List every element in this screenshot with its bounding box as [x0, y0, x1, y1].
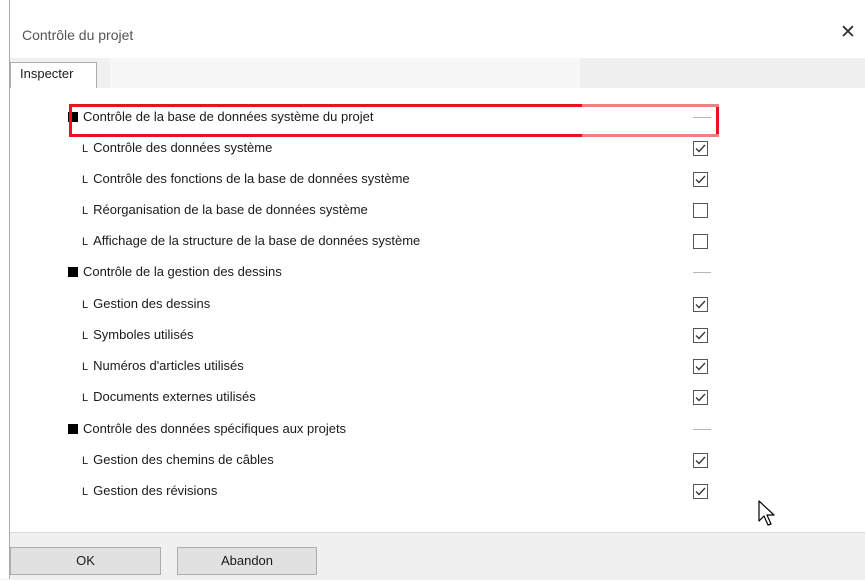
group-label: Contrôle de la gestion des dessins	[68, 264, 282, 279]
check-row: L Documents externes utilisés	[10, 383, 865, 414]
label-text: Affichage de la structure de la base de …	[93, 233, 421, 248]
square-bullet-icon	[68, 112, 78, 122]
check-row: L Réorganisation de la base de données sy…	[10, 196, 865, 227]
title-bar: Contrôle du projet	[10, 0, 865, 58]
item-checkbox[interactable]	[693, 390, 708, 405]
group-divider	[693, 272, 711, 273]
group-divider	[693, 429, 711, 430]
item-label: L Contrôle des données système	[82, 140, 272, 155]
group-row: Contrôle de la gestion des dessins	[10, 258, 865, 289]
item-label: L Contrôle des fonctions de la base de do…	[82, 171, 410, 186]
square-bullet-icon	[68, 424, 78, 434]
item-checkbox[interactable]	[693, 453, 708, 468]
label-text: Contrôle de la base de données système d…	[83, 109, 374, 124]
label-text: Contrôle des données spécifiques aux pro…	[83, 421, 347, 436]
mouse-pointer-icon	[758, 500, 775, 526]
check-icon	[695, 331, 706, 340]
label-text: Gestion des révisions	[93, 483, 218, 498]
check-icon	[695, 393, 706, 402]
tab-bar: Inspecter	[10, 58, 865, 88]
label-text: Symboles utilisés	[93, 327, 194, 342]
item-label: L Gestion des dessins	[82, 296, 210, 311]
check-icon	[695, 175, 706, 184]
window-title: Contrôle du projet	[22, 27, 134, 43]
check-icon	[695, 362, 706, 371]
item-checkbox[interactable]	[693, 234, 708, 249]
tree-prefix: L	[82, 236, 89, 248]
label-text: Gestion des dessins	[93, 296, 211, 311]
dialog-footer: OK Abandon	[10, 532, 865, 580]
tree-prefix: L	[82, 143, 89, 155]
close-icon: ✕	[840, 22, 856, 43]
item-label: L Gestion des chemins de câbles	[82, 452, 274, 467]
check-row: L Gestion des dessins	[10, 290, 865, 321]
label-text: Gestion des chemins de câbles	[93, 452, 274, 467]
check-icon	[695, 487, 706, 496]
tree-prefix: L	[82, 299, 89, 311]
check-row: L Gestion des révisions	[10, 477, 865, 508]
label-text: Documents externes utilisés	[93, 389, 256, 404]
check-list: Contrôle de la base de données système d…	[10, 88, 865, 532]
label-text: Contrôle des données système	[93, 140, 273, 155]
item-checkbox[interactable]	[693, 359, 708, 374]
check-row: L Affichage de la structure de la base de…	[10, 227, 865, 258]
tree-prefix: L	[82, 361, 89, 373]
close-button[interactable]: ✕	[836, 22, 860, 44]
check-row: L Contrôle des fonctions de la base de do…	[10, 165, 865, 196]
tab-bar-background	[110, 58, 580, 88]
item-checkbox[interactable]	[693, 203, 708, 218]
label-text: Numéros d'articles utilisés	[93, 358, 244, 373]
square-bullet-icon	[68, 267, 78, 277]
tree-prefix: L	[82, 392, 89, 404]
check-row: L Symboles utilisés	[10, 321, 865, 352]
label-text: Contrôle des fonctions de la base de don…	[93, 171, 410, 186]
item-label: L Symboles utilisés	[82, 327, 194, 342]
item-label: L Gestion des révisions	[82, 483, 217, 498]
item-checkbox[interactable]	[693, 297, 708, 312]
tree-prefix: L	[82, 174, 89, 186]
check-row: L Gestion des chemins de câbles	[10, 446, 865, 477]
check-row: L Contrôle des données système	[10, 134, 865, 165]
label-text: Contrôle de la gestion des dessins	[83, 264, 282, 279]
group-row: Contrôle des données spécifiques aux pro…	[10, 415, 865, 446]
item-checkbox[interactable]	[693, 328, 708, 343]
item-label: L Affichage de la structure de la base de…	[82, 233, 420, 248]
check-icon	[695, 144, 706, 153]
cancel-button[interactable]: Abandon	[177, 547, 317, 575]
item-checkbox[interactable]	[693, 172, 708, 187]
tree-prefix: L	[82, 486, 89, 498]
item-checkbox[interactable]	[693, 484, 708, 499]
check-icon	[695, 456, 706, 465]
group-row: Contrôle de la base de données système d…	[10, 103, 865, 134]
tree-prefix: L	[82, 205, 89, 217]
tab-inspecter[interactable]: Inspecter	[10, 62, 97, 88]
group-label: Contrôle de la base de données système d…	[68, 109, 374, 124]
check-icon	[695, 300, 706, 309]
tree-prefix: L	[82, 330, 89, 342]
ok-button[interactable]: OK	[10, 547, 161, 575]
group-label: Contrôle des données spécifiques aux pro…	[68, 421, 346, 436]
item-label: L Numéros d'articles utilisés	[82, 358, 244, 373]
dialog-window: Contrôle du projet ✕ Inspecter Contrôle …	[0, 0, 865, 580]
item-label: L Documents externes utilisés	[82, 389, 256, 404]
tree-prefix: L	[82, 455, 89, 467]
item-label: L Réorganisation de la base de données sy…	[82, 202, 368, 217]
item-checkbox[interactable]	[693, 141, 708, 156]
group-divider	[693, 117, 711, 118]
label-text: Réorganisation de la base de données sys…	[93, 202, 368, 217]
check-row: L Numéros d'articles utilisés	[10, 352, 865, 383]
